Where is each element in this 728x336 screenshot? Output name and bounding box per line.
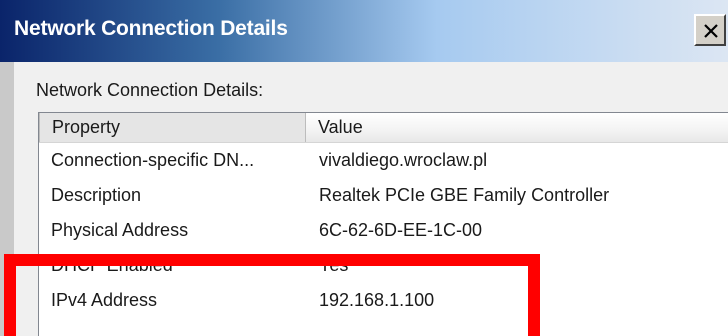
details-group-label: Network Connection Details: (36, 80, 264, 100)
property-cell: Connection-specific DN... (51, 150, 255, 170)
value-cell: Yes (319, 255, 349, 275)
value-cell: vivaldiego.wroclaw.pl (319, 150, 488, 170)
window-title: Network Connection Details (14, 17, 288, 40)
property-cell: IPv4 Address (51, 290, 158, 310)
details-listview[interactable]: Property Value Connection-specific DN...… (38, 112, 728, 336)
property-cell: Description (51, 185, 142, 205)
network-connection-details-window: Network Connection Details Network Conne… (0, 0, 728, 336)
close-icon (704, 24, 718, 38)
table-row[interactable]: Physical Address 6C-62-6D-EE-1C-00 (39, 214, 728, 246)
value-cell: Realtek PCIe GBE Family Controller (319, 185, 610, 205)
table-row[interactable]: Connection-specific DN... vivaldiego.wro… (39, 144, 728, 176)
dialog-left-edge (0, 62, 14, 336)
value-cell: 192.168.1.100 (319, 290, 435, 310)
table-row[interactable]: DHCP Enabled Yes (39, 255, 728, 281)
table-row[interactable]: Description Realtek PCIe GBE Family Cont… (39, 179, 728, 211)
column-header-property[interactable]: Property (39, 113, 306, 142)
title-bar[interactable]: Network Connection Details (0, 0, 728, 62)
column-header-value[interactable]: Value (306, 113, 728, 142)
property-cell: Physical Address (51, 220, 189, 240)
property-cell: DHCP Enabled (51, 255, 173, 275)
value-cell: 6C-62-6D-EE-1C-00 (319, 220, 483, 240)
table-row[interactable]: IPv4 Address 192.168.1.100 (39, 284, 728, 316)
close-button[interactable] (694, 14, 726, 46)
listview-header: Property Value (39, 113, 728, 143)
